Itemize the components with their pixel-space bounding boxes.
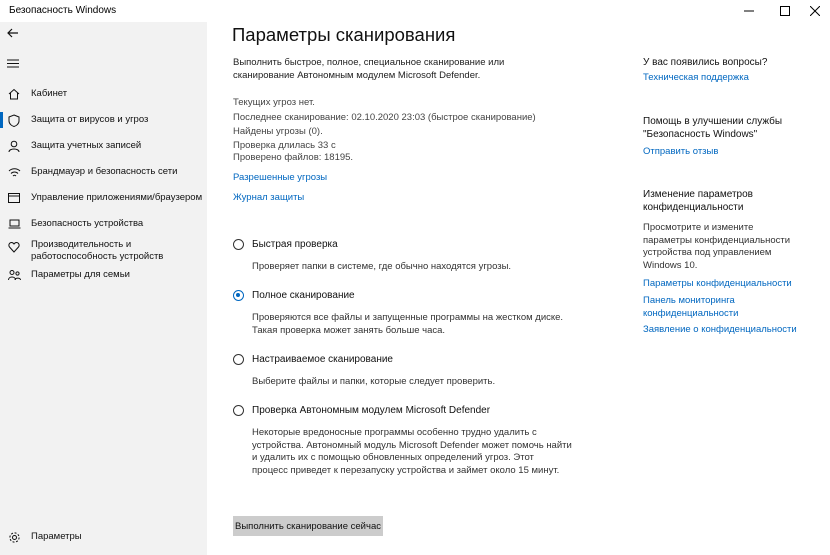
sidebar-settings-label: Параметры	[31, 531, 82, 542]
tech-support-link[interactable]: Техническая поддержка	[643, 72, 793, 85]
status-line: Найдены угрозы (0).	[233, 126, 323, 137]
home-icon	[7, 87, 21, 101]
sidebar-item-label: Производительность и работоспособность у…	[31, 239, 164, 262]
full-scan-description: Проверяются все файлы и запущенные прогр…	[252, 312, 564, 336]
full-scan-label[interactable]: Полное сканирование	[252, 290, 355, 301]
status-line: Проверено файлов: 18195.	[233, 152, 354, 163]
sidebar-item-label: Безопасность устройства	[31, 218, 144, 229]
protection-history-link[interactable]: Журнал защиты	[233, 192, 304, 203]
person-icon	[7, 139, 21, 153]
sidebar-item-label: Управление приложениями/браузером	[31, 192, 203, 203]
offline-scan-label[interactable]: Проверка Автономным модулем Microsoft De…	[252, 405, 490, 416]
privacy-heading: Изменение параметров конфиденциальности	[643, 189, 753, 213]
close-icon	[810, 6, 820, 16]
sidebar-item-firewall[interactable]: Брандмауэр и безопасность сети	[0, 161, 207, 183]
wifi-icon	[7, 165, 21, 179]
page-title: Параметры сканирования	[232, 24, 456, 45]
hamburger-icon	[7, 59, 19, 68]
custom-scan-label[interactable]: Настраиваемое сканирование	[252, 354, 393, 365]
privacy-statement-link[interactable]: Заявление о конфиденциальности	[643, 324, 813, 337]
scan-now-button[interactable]: Выполнить сканирование сейчас	[233, 516, 383, 536]
back-arrow-icon	[7, 28, 18, 38]
sidebar-item-label: Параметры для семьи	[31, 269, 130, 280]
shield-icon	[7, 113, 21, 127]
custom-scan-description: Выберите файлы и папки, которые следует …	[252, 376, 496, 387]
privacy-settings-link[interactable]: Параметры конфиденциальности	[643, 278, 793, 291]
back-button[interactable]	[6, 26, 20, 40]
offline-scan-radio[interactable]	[233, 405, 244, 416]
sidebar-item-label: Защита учетных записей	[31, 140, 142, 151]
sidebar: Кабинет Защита от вирусов и угроз Защита…	[0, 22, 207, 555]
privacy-text: Просмотрите и измените параметры конфиде…	[643, 222, 791, 271]
page-subtitle: Выполнить быстрое, полное, специальное с…	[233, 57, 505, 81]
sidebar-item-virus-protection[interactable]: Защита от вирусов и угроз	[0, 109, 207, 131]
status-line: Текущих угроз нет.	[233, 97, 315, 108]
offline-scan-description: Некоторые вредоносные программы особенно…	[252, 427, 572, 476]
title-bar: Безопасность Windows	[0, 0, 830, 22]
quick-scan-description: Проверяет папки в системе, где обычно на…	[252, 261, 512, 272]
status-line: Последнее сканирование: 02.10.2020 23:03…	[233, 112, 536, 123]
sidebar-item-label: Кабинет	[31, 88, 68, 99]
quick-scan-label[interactable]: Быстрая проверка	[252, 239, 338, 250]
heart-icon	[7, 240, 21, 254]
sidebar-item-label: Брандмауэр и безопасность сети	[31, 166, 178, 177]
main-content: Параметры сканирования Выполнить быстрое…	[207, 22, 830, 555]
privacy-dashboard-link[interactable]: Панель мониторинга конфиденциальности	[643, 295, 753, 320]
laptop-icon	[7, 217, 21, 231]
send-feedback-link[interactable]: Отправить отзыв	[643, 146, 793, 159]
improve-heading: Помощь в улучшении службы "Безопасность …	[643, 116, 783, 140]
sidebar-item-home[interactable]: Кабинет	[0, 83, 207, 105]
allowed-threats-link[interactable]: Разрешенные угрозы	[233, 172, 327, 183]
status-line: Проверка длилась 33 с	[233, 140, 336, 151]
sidebar-item-device-performance[interactable]: Производительность и работоспособность у…	[0, 238, 207, 264]
minimize-button[interactable]	[734, 0, 764, 22]
hamburger-menu-button[interactable]	[6, 56, 20, 70]
sidebar-item-app-browser[interactable]: Управление приложениями/браузером	[0, 187, 207, 209]
gear-icon	[7, 530, 21, 544]
sidebar-item-settings[interactable]: Параметры	[0, 526, 207, 548]
quick-scan-radio[interactable]	[233, 239, 244, 250]
sidebar-item-family[interactable]: Параметры для семьи	[0, 264, 207, 286]
app-browser-icon	[7, 191, 21, 205]
questions-heading: У вас появились вопросы?	[643, 57, 768, 68]
sidebar-item-label: Защита от вирусов и угроз	[31, 114, 149, 125]
family-icon	[7, 268, 21, 282]
sidebar-item-account-protection[interactable]: Защита учетных записей	[0, 135, 207, 157]
custom-scan-radio[interactable]	[233, 354, 244, 365]
close-button[interactable]	[800, 0, 830, 22]
full-scan-radio[interactable]	[233, 290, 244, 301]
maximize-button[interactable]	[770, 0, 800, 22]
sidebar-item-device-security[interactable]: Безопасность устройства	[0, 213, 207, 235]
window-title: Безопасность Windows	[9, 5, 117, 16]
maximize-icon	[780, 6, 790, 16]
minimize-icon	[744, 10, 754, 12]
